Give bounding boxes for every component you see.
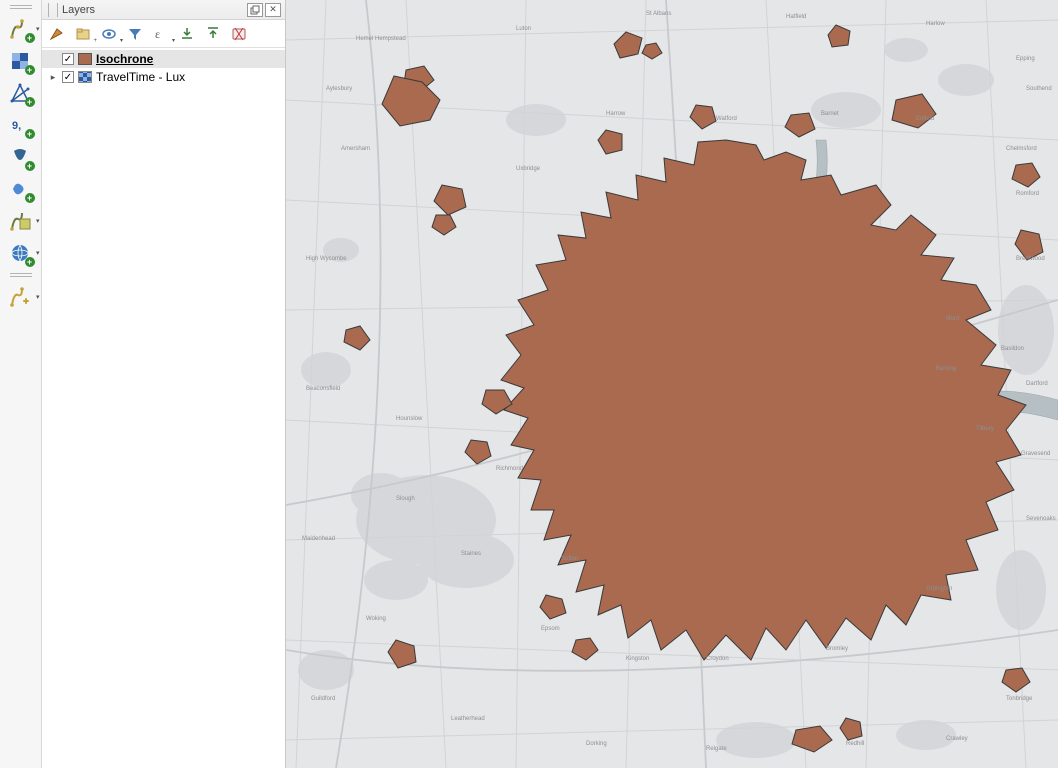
toolbar-grip[interactable] [5, 272, 37, 278]
svg-text:Epping: Epping [1016, 56, 1035, 62]
expression-filter-button[interactable]: ε ▾ [150, 23, 172, 45]
layer-tree: ✓ Isochrone ▸ ✓ TravelTime - Lux [42, 48, 285, 768]
toolbar-grip[interactable] [5, 4, 37, 10]
map-canvas[interactable]: Hemel Hempstead Luton St Albans Hatfield… [286, 0, 1058, 768]
chevron-down-icon: ▾ [172, 37, 175, 44]
svg-text:Woking: Woking [366, 616, 386, 622]
remove-layer-button[interactable] [228, 23, 250, 45]
collapse-all-button[interactable] [202, 23, 224, 45]
plus-badge-icon: + [25, 161, 35, 171]
svg-text:Ilford: Ilford [946, 316, 959, 322]
svg-text:Sevenoaks: Sevenoaks [1026, 516, 1056, 522]
layer-name-label: Isochrone [96, 52, 153, 66]
add-delimited-text-button[interactable]: 9, + [4, 112, 38, 138]
svg-text:Harlow: Harlow [926, 21, 945, 27]
manage-visibility-button[interactable]: ▾ [98, 23, 120, 45]
layers-panel-title: Layers [62, 4, 95, 16]
layer-row-isochrone[interactable]: ✓ Isochrone [42, 50, 285, 68]
style-override-button[interactable] [46, 23, 68, 45]
chevron-down-icon: ▾ [36, 293, 40, 301]
add-raster-layer-button[interactable]: + [4, 48, 38, 74]
svg-text:Dartford: Dartford [1026, 381, 1048, 387]
svg-text:9,: 9, [12, 120, 21, 132]
layers-panel-toolbar: + ▾ ε ▾ [42, 20, 285, 48]
chevron-down-icon: ▾ [36, 25, 40, 33]
svg-text:Chelmsford: Chelmsford [1006, 146, 1037, 152]
plus-badge-icon: + [25, 129, 35, 139]
svg-text:Gravesend: Gravesend [1021, 451, 1050, 457]
svg-text:Kingston: Kingston [626, 656, 649, 662]
add-spatialite-layer-button[interactable]: + [4, 176, 38, 202]
add-vector-layer-button[interactable]: + ▾ [4, 16, 38, 42]
layers-panel: Layers ✕ + ▾ ε ▾ [42, 0, 286, 768]
chevron-down-icon: ▾ [36, 217, 40, 225]
svg-text:Crawley: Crawley [946, 736, 968, 742]
svg-text:ε: ε [155, 27, 160, 41]
layer-row-traveltime-lux[interactable]: ▸ ✓ TravelTime - Lux [42, 68, 285, 86]
layer-name-label: TravelTime - Lux [96, 70, 185, 84]
svg-text:Watford: Watford [716, 116, 737, 122]
add-mesh-layer-button[interactable]: + [4, 80, 38, 106]
svg-text:Barking: Barking [936, 366, 956, 372]
add-virtual-layer-button[interactable]: ▾ [4, 208, 38, 234]
svg-text:Romford: Romford [1016, 191, 1039, 197]
svg-text:Bromley: Bromley [826, 646, 848, 652]
svg-text:High Wycombe: High Wycombe [306, 256, 347, 262]
layer-visibility-checkbox[interactable]: ✓ [62, 71, 74, 83]
svg-text:Hemel Hempstead: Hemel Hempstead [356, 36, 406, 42]
detach-panel-button[interactable] [247, 3, 263, 17]
add-group-button[interactable]: + [72, 23, 94, 45]
new-geopackage-button[interactable]: ▾ [4, 284, 38, 310]
close-panel-button[interactable]: ✕ [265, 3, 281, 17]
svg-text:Orpington: Orpington [926, 586, 952, 592]
digitizing-toolbar: + ▾ + + 9, + + [0, 0, 42, 768]
svg-text:Hounslow: Hounslow [396, 416, 423, 422]
add-postgis-layer-button[interactable]: + [4, 144, 38, 170]
plus-badge-icon: + [25, 257, 35, 267]
layer-twisty[interactable]: ▸ [48, 72, 58, 83]
svg-text:Guildford: Guildford [311, 696, 335, 702]
svg-text:Hatfield: Hatfield [786, 14, 806, 20]
svg-text:Beaconsfield: Beaconsfield [306, 386, 340, 392]
layers-panel-header: Layers ✕ [42, 0, 285, 20]
svg-text:Amersham: Amersham [341, 146, 370, 152]
svg-text:Brentwood: Brentwood [1016, 256, 1045, 262]
plus-badge-icon: + [25, 33, 35, 43]
filter-legend-button[interactable] [124, 23, 146, 45]
svg-text:Leatherhead: Leatherhead [451, 716, 485, 722]
svg-text:St Albans: St Albans [646, 11, 671, 17]
svg-text:Basildon: Basildon [1001, 346, 1024, 352]
svg-text:Harrow: Harrow [606, 111, 626, 117]
layer-swatch-icon [78, 71, 92, 83]
svg-text:Uxbridge: Uxbridge [516, 166, 541, 172]
layer-visibility-checkbox[interactable]: ✓ [62, 53, 74, 65]
panel-grip[interactable] [48, 3, 58, 17]
svg-text:Sutton: Sutton [561, 556, 578, 562]
chevron-down-icon: ▾ [120, 37, 123, 44]
svg-text:Croydon: Croydon [706, 656, 729, 662]
chevron-down-icon: ▾ [36, 249, 40, 257]
plus-badge-icon: + [25, 65, 35, 75]
svg-text:Redhill: Redhill [846, 741, 864, 747]
svg-text:Tilbury: Tilbury [976, 426, 994, 432]
svg-text:Enfield: Enfield [916, 116, 934, 122]
layer-swatch-icon [78, 53, 92, 65]
add-wms-layer-button[interactable]: + ▾ [4, 240, 38, 266]
svg-text:Reigate: Reigate [706, 746, 727, 752]
svg-text:Tonbridge: Tonbridge [1006, 696, 1033, 702]
plus-badge-icon: + [25, 97, 35, 107]
svg-text:Dorking: Dorking [586, 741, 607, 747]
svg-text:Barnet: Barnet [821, 111, 839, 117]
svg-text:Richmond: Richmond [496, 466, 523, 472]
svg-text:Southend: Southend [1026, 86, 1052, 92]
svg-text:Slough: Slough [396, 496, 415, 502]
svg-text:Staines: Staines [461, 551, 481, 557]
svg-text:Maidenhead: Maidenhead [302, 536, 335, 542]
expand-all-button[interactable] [176, 23, 198, 45]
svg-text:Aylesbury: Aylesbury [326, 86, 352, 92]
svg-text:Luton: Luton [516, 26, 531, 32]
plus-badge-icon: + [25, 193, 35, 203]
svg-text:Epsom: Epsom [541, 626, 560, 632]
